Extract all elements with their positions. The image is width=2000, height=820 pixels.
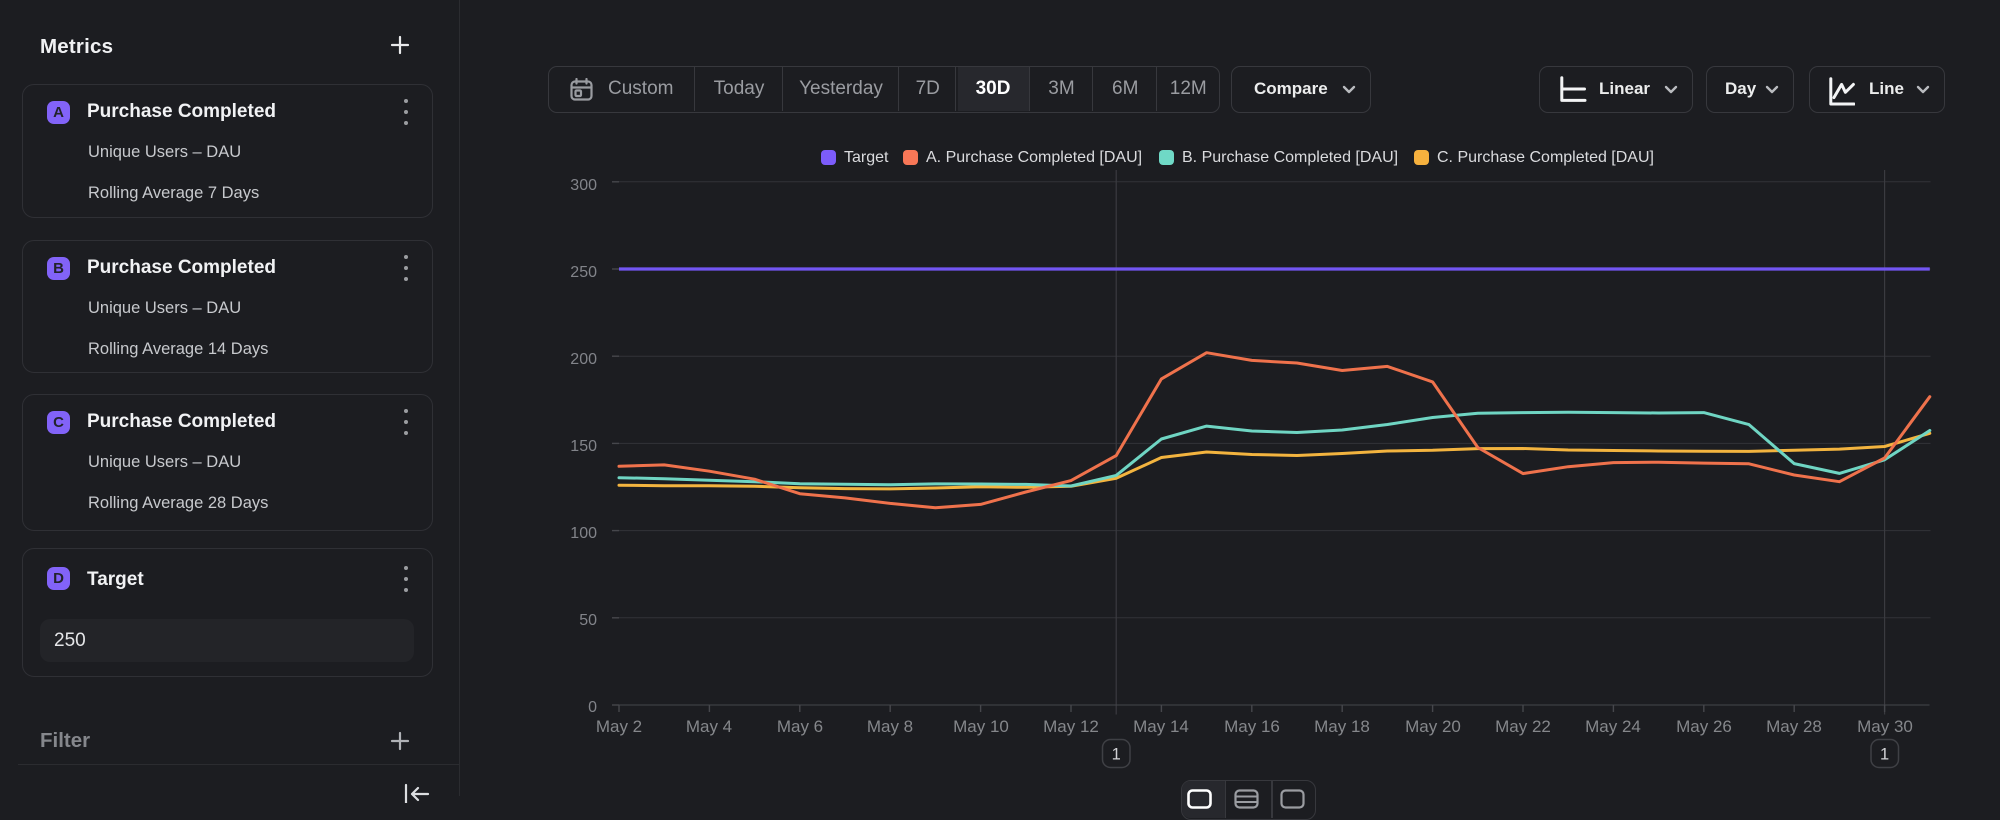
svg-text:May 20: May 20 [1405, 717, 1461, 736]
svg-text:May 10: May 10 [953, 717, 1009, 736]
svg-text:May 24: May 24 [1585, 717, 1641, 736]
svg-text:150: 150 [570, 438, 597, 455]
svg-text:1: 1 [1112, 746, 1121, 764]
svg-text:200: 200 [570, 351, 597, 368]
svg-text:May 14: May 14 [1133, 717, 1189, 736]
svg-text:May 4: May 4 [686, 717, 732, 736]
svg-text:300: 300 [570, 177, 597, 194]
svg-text:May 12: May 12 [1043, 717, 1099, 736]
svg-text:250: 250 [570, 264, 597, 281]
svg-text:100: 100 [570, 525, 597, 542]
svg-text:0: 0 [588, 699, 597, 716]
svg-text:May 28: May 28 [1766, 717, 1822, 736]
svg-text:May 2: May 2 [596, 717, 642, 736]
svg-text:May 30: May 30 [1857, 717, 1913, 736]
svg-text:1: 1 [1880, 746, 1889, 764]
svg-text:May 26: May 26 [1676, 717, 1732, 736]
svg-text:50: 50 [579, 612, 597, 629]
svg-text:May 6: May 6 [777, 717, 823, 736]
svg-text:May 18: May 18 [1314, 717, 1370, 736]
svg-text:May 16: May 16 [1224, 717, 1280, 736]
svg-text:May 22: May 22 [1495, 717, 1551, 736]
svg-text:May 8: May 8 [867, 717, 913, 736]
